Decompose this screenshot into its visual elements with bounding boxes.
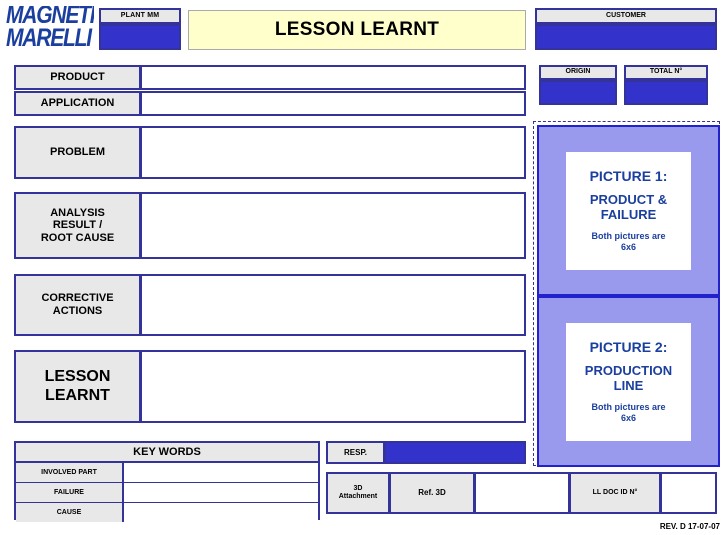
lesson-learnt-form: MAGNETI MARELLI PLANT MM LESSON LEARNT C… — [0, 0, 724, 535]
lesson-label-line-2: LEARNT — [45, 386, 110, 404]
keyword-label-involved-part: INVOLVED PART — [16, 463, 124, 482]
picture-1-note-line-1: Both pictures are — [591, 231, 666, 242]
analysis-root-cause-input[interactable] — [140, 192, 526, 259]
picture-1-note-line-2: 6x6 — [620, 242, 637, 253]
page-title: LESSON LEARNT — [188, 10, 526, 50]
problem-label: PROBLEM — [14, 126, 141, 179]
ref-3d-label: Ref. 3D — [389, 472, 475, 514]
corrective-label-line-2: ACTIONS — [52, 305, 103, 317]
picture-1-note: Both pictures are 6x6 — [591, 231, 665, 253]
picture-2-note-line-1: Both pictures are — [591, 402, 666, 413]
analysis-label-line-1: ANALYSIS — [50, 206, 105, 219]
customer-label: CUSTOMER — [535, 8, 717, 24]
picture-2-heading: PICTURE 2: — [589, 339, 668, 356]
picture-1-subject: PRODUCT & FAILURE — [590, 193, 667, 222]
ll-doc-id-input[interactable] — [660, 472, 717, 514]
table-row: CAUSE — [16, 503, 318, 522]
picture-2-note-line-2: 6x6 — [620, 413, 637, 424]
magneti-marelli-logo: MAGNETI MARELLI — [6, 6, 94, 48]
ref-3d-input[interactable] — [474, 472, 570, 514]
picture-1-caption: PICTURE 1: PRODUCT & FAILURE Both pictur… — [566, 151, 691, 270]
ll-doc-id-label: LL DOC ID N° — [569, 472, 661, 514]
corrective-actions-label: CORRECTIVE ACTIONS — [14, 274, 141, 336]
analysis-root-cause-label: ANALYSIS RESULT / ROOT CAUSE — [14, 192, 141, 259]
attachment-label-line-2: Attachment — [338, 493, 378, 500]
keyword-label-cause: CAUSE — [16, 503, 124, 522]
picture-1-placeholder[interactable]: PICTURE 1: PRODUCT & FAILURE Both pictur… — [537, 125, 720, 296]
plant-label: PLANT MM — [99, 8, 181, 24]
corrective-actions-input[interactable] — [140, 274, 526, 336]
keyword-label-failure: FAILURE — [16, 483, 124, 502]
responsible-label: RESP. — [326, 441, 385, 464]
origin-label: ORIGIN — [539, 65, 617, 80]
analysis-label-line-2: RESULT / — [52, 219, 103, 232]
picture-1-subject-line-1: PRODUCT & — [589, 192, 668, 208]
revision-footer: REV. D 17-07-07 — [659, 521, 720, 531]
table-row: INVOLVED PART — [16, 463, 318, 483]
table-row: FAILURE — [16, 483, 318, 503]
corrective-label-line-1: CORRECTIVE — [41, 292, 114, 305]
logo-line-2: MARELLI — [6, 24, 92, 48]
plant-value-field[interactable] — [99, 24, 181, 50]
application-label: APPLICATION — [14, 91, 141, 116]
lesson-learnt-label: LESSON LEARNT — [14, 350, 141, 423]
responsible-value-field[interactable] — [384, 441, 526, 464]
picture-2-subject-line-2: LINE — [613, 377, 644, 393]
problem-input[interactable] — [140, 126, 526, 179]
total-number-label: TOTAL N° — [624, 65, 708, 80]
picture-2-note: Both pictures are 6x6 — [591, 402, 665, 424]
picture-2-placeholder[interactable]: PICTURE 2: PRODUCTION LINE Both pictures… — [537, 296, 720, 467]
keyword-input-failure[interactable] — [124, 483, 318, 502]
keyword-input-cause[interactable] — [124, 503, 318, 522]
origin-value-field[interactable] — [539, 80, 617, 105]
total-number-value-field[interactable] — [624, 80, 708, 105]
attachment-label-line-1: 3D — [353, 484, 363, 492]
analysis-label-line-3: ROOT CAUSE — [40, 231, 115, 244]
picture-1-subject-line-2: FAILURE — [600, 206, 657, 222]
attachment-3d-label: 3D Attachment — [326, 472, 390, 514]
product-input[interactable] — [140, 65, 526, 90]
customer-value-field[interactable] — [535, 24, 717, 50]
picture-1-heading: PICTURE 1: — [589, 168, 668, 185]
key-words-table: KEY WORDS INVOLVED PART FAILURE CAUSE — [14, 441, 320, 522]
lesson-learnt-input[interactable] — [140, 350, 526, 423]
lesson-label-line-1: LESSON — [44, 368, 111, 386]
picture-2-subject-line-1: PRODUCTION — [584, 363, 673, 379]
keyword-input-involved-part[interactable] — [124, 463, 318, 482]
application-input[interactable] — [140, 91, 526, 116]
picture-2-subject: PRODUCTION LINE — [585, 364, 672, 393]
key-words-title: KEY WORDS — [16, 443, 318, 463]
product-label: PRODUCT — [14, 65, 141, 90]
picture-2-caption: PICTURE 2: PRODUCTION LINE Both pictures… — [566, 322, 691, 441]
